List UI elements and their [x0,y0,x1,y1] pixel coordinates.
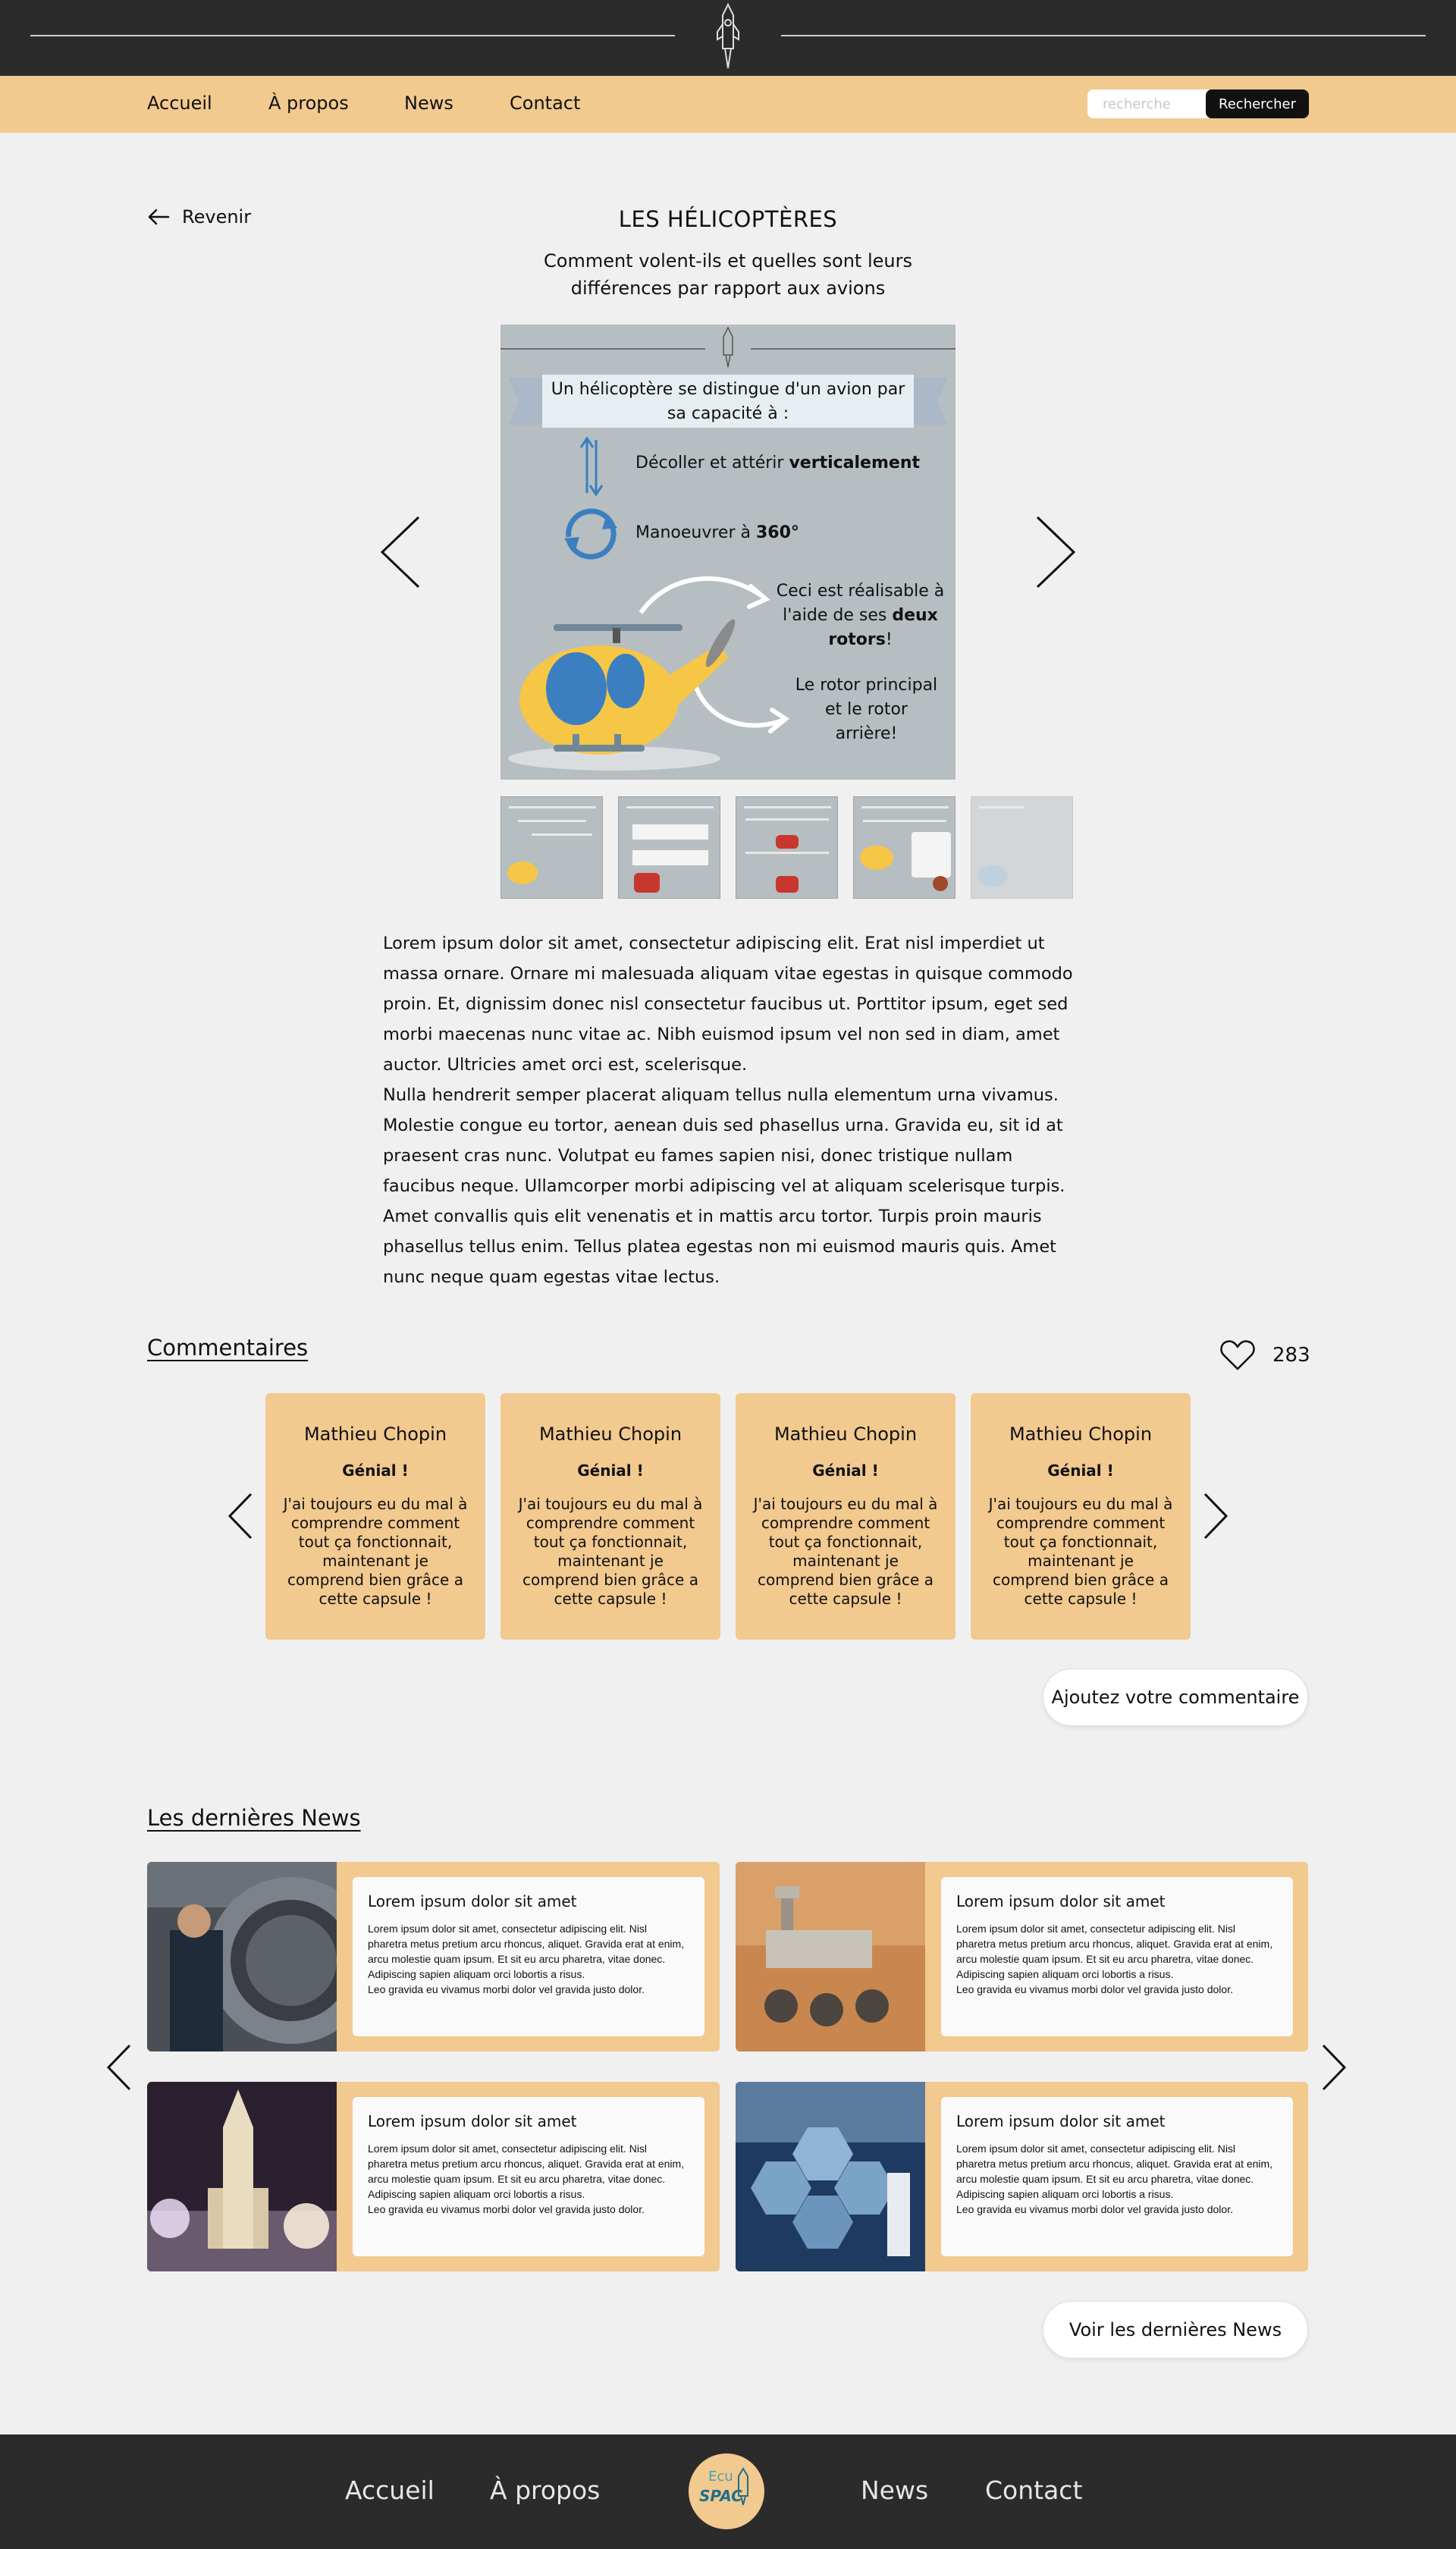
news-item-text: Lorem ipsum dolor sit amet, consectetur … [956,1923,1273,1995]
news-card[interactable]: Lorem ipsum dolor sit amet Lorem ipsum d… [736,2082,1308,2271]
comment-text: J'ai toujours eu du mal à comprendre com… [753,1495,938,1608]
like-counter[interactable]: 283 [1219,1339,1310,1371]
news-item-title: Lorem ipsum dolor sit amet [956,2112,1166,2130]
news-photo-rocket [147,2082,337,2271]
slide-line-vertical: Décoller et attérir verticalement [635,454,920,472]
nav-contact[interactable]: Contact [510,93,580,114]
article-subtitle: Comment volent-ils et quelles sont leurs… [544,250,912,299]
comment-rating: Génial ! [577,1461,644,1480]
carousel-next-arrow-icon[interactable] [1034,514,1077,590]
news-content: Lorem ipsum dolor sit amet Lorem ipsum d… [941,1877,1293,2036]
slide-line-360: Manoeuvrer à 360° [635,523,799,542]
logo-rocket-icon [738,2467,748,2506]
footer-news[interactable]: News [861,2475,928,2505]
heart-icon[interactable] [1219,1339,1256,1371]
comment-card: Mathieu Chopin Génial ! J'ai toujours eu… [971,1393,1191,1640]
carousel-thumbnail[interactable] [736,796,838,899]
footer-a-propos[interactable]: À propos [490,2475,600,2505]
carousel-main-slide[interactable]: Un hélicoptère se distingue d'un avion p… [500,325,956,780]
carousel-thumbnail[interactable] [500,796,603,899]
banner-divider-left [30,35,675,36]
comment-author: Mathieu Chopin [774,1424,918,1445]
news-content: Lorem ipsum dolor sit amet Lorem ipsum d… [353,1877,704,2036]
slide-note-main-rotor: Le rotor principal et le rotor arrière! [795,676,938,743]
nav-a-propos[interactable]: À propos [268,93,349,114]
carousel-prev-arrow-icon[interactable] [379,514,422,590]
news-item-title: Lorem ipsum dolor sit amet [368,2112,577,2130]
comment-rating: Génial ! [342,1461,409,1480]
banner-divider-right [781,35,1426,36]
footer-contact[interactable]: Contact [985,2475,1082,2505]
news-photo-telescope-mirror [736,2082,925,2271]
search-button[interactable]: Rechercher [1206,89,1309,118]
top-banner [0,0,1456,76]
news-item-title: Lorem ipsum dolor sit amet [368,1892,577,1910]
comment-author: Mathieu Chopin [303,1424,447,1445]
news-content: Lorem ipsum dolor sit amet Lorem ipsum d… [941,2097,1293,2256]
slide-heading: Un hélicoptère se distingue d'un avion p… [551,380,905,423]
nav-accueil[interactable]: Accueil [147,93,212,114]
slide-note-rotors: Ceci est réalisable à l'aide de ses deux… [776,582,945,649]
like-count: 283 [1272,1344,1310,1367]
comment-card: Mathieu Chopin Génial ! J'ai toujours eu… [736,1393,956,1640]
article-paragraph: Nulla hendrerit semper placerat aliquam … [383,1085,1065,1287]
comment-text: J'ai toujours eu du mal à comprendre com… [518,1495,703,1608]
back-link[interactable]: Revenir [147,206,251,228]
carousel-thumbnail[interactable] [971,796,1073,899]
comment-text: J'ai toujours eu du mal à comprendre com… [283,1495,468,1608]
comments-title: Commentaires [147,1335,309,1361]
news-card[interactable]: Lorem ipsum dolor sit amet Lorem ipsum d… [736,1862,1308,2051]
comment-text: J'ai toujours eu du mal à comprendre com… [988,1495,1173,1608]
comment-author: Mathieu Chopin [1009,1424,1153,1445]
carousel-thumbnail[interactable] [618,796,720,899]
news-content: Lorem ipsum dolor sit amet Lorem ipsum d… [353,2097,704,2256]
more-news-button[interactable]: Voir les dernières News [1043,2301,1308,2359]
comment-card: Mathieu Chopin Génial ! J'ai toujours eu… [265,1393,485,1640]
comments-next-arrow-icon[interactable] [1203,1493,1228,1540]
news-next-arrow-icon[interactable] [1321,2044,1347,2091]
news-card[interactable]: Lorem ipsum dolor sit amet Lorem ipsum d… [147,2082,720,2271]
news-item-text: Lorem ipsum dolor sit amet, consectetur … [368,1923,685,1995]
comment-author: Mathieu Chopin [538,1424,682,1445]
comment-card: Mathieu Chopin Génial ! J'ai toujours eu… [500,1393,720,1640]
article-body: Lorem ipsum dolor sit amet, consectetur … [383,928,1073,1292]
news-title: Les dernières News [147,1805,361,1831]
article-paragraph: Lorem ipsum dolor sit amet, consectetur … [383,934,1073,1075]
news-prev-arrow-icon[interactable] [106,2044,132,2091]
news-photo-mars-rover [736,1862,925,2051]
comments-prev-arrow-icon[interactable] [228,1493,253,1540]
add-comment-button[interactable]: Ajoutez votre commentaire [1043,1668,1308,1726]
footer-accueil[interactable]: Accueil [345,2475,435,2505]
logo-text-top: Ecu [708,2469,733,2485]
back-label: Revenir [182,206,252,228]
news-item-title: Lorem ipsum dolor sit amet [956,1892,1166,1910]
news-item-text: Lorem ipsum dolor sit amet, consectetur … [956,2142,1273,2215]
news-card[interactable]: Lorem ipsum dolor sit amet Lorem ipsum d… [147,1862,720,2051]
search-input[interactable] [1087,89,1209,118]
comment-rating: Génial ! [1047,1461,1114,1480]
article-title: LES HÉLICOPTÈRES [618,206,838,232]
comment-rating: Génial ! [812,1461,879,1480]
arrow-left-icon [148,209,170,225]
news-photo-engineer [147,1862,337,2051]
carousel-thumbnail[interactable] [853,796,956,899]
ecuspac-logo[interactable]: Ecu SPAC [689,2453,764,2529]
news-item-text: Lorem ipsum dolor sit amet, consectetur … [368,2142,685,2215]
nav-news[interactable]: News [404,93,453,114]
rocket-logo-icon[interactable] [710,2,746,73]
